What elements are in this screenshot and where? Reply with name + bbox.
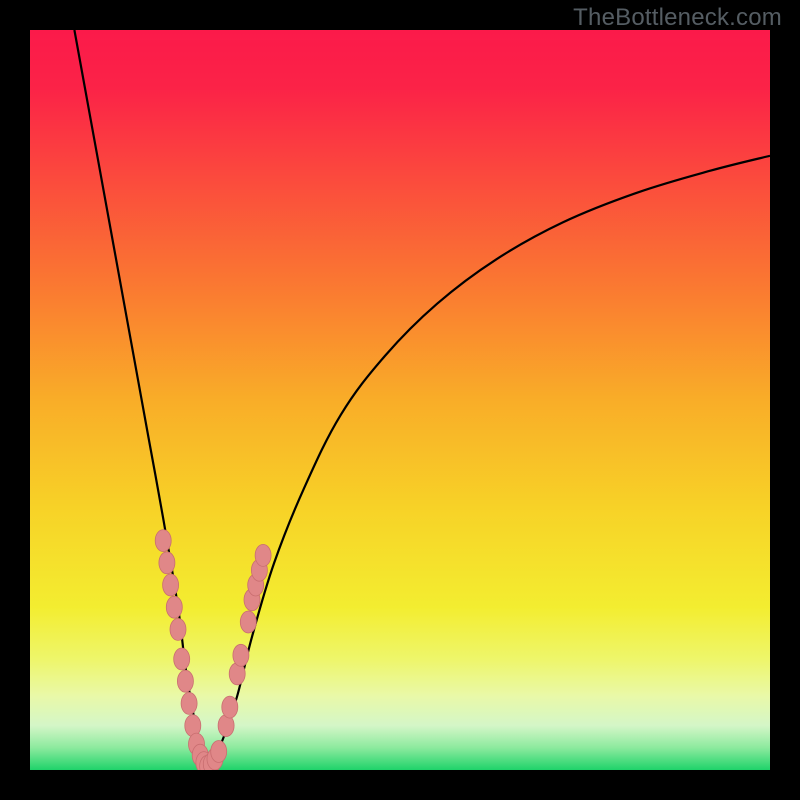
watermark-text: TheBottleneck.com [573,4,782,32]
data-marker [174,648,190,670]
data-marker [233,644,249,666]
data-marker [177,670,193,692]
data-marker [240,611,256,633]
data-marker [170,618,186,640]
chart-container: TheBottleneck.com [0,0,800,800]
data-marker [159,552,175,574]
data-marker [222,696,238,718]
data-marker [155,530,171,552]
plot-area [30,30,770,770]
data-marker [163,574,179,596]
data-marker [181,692,197,714]
data-marker [211,741,227,763]
data-marker [166,596,182,618]
chart-svg [30,30,770,770]
data-marker [255,544,271,566]
